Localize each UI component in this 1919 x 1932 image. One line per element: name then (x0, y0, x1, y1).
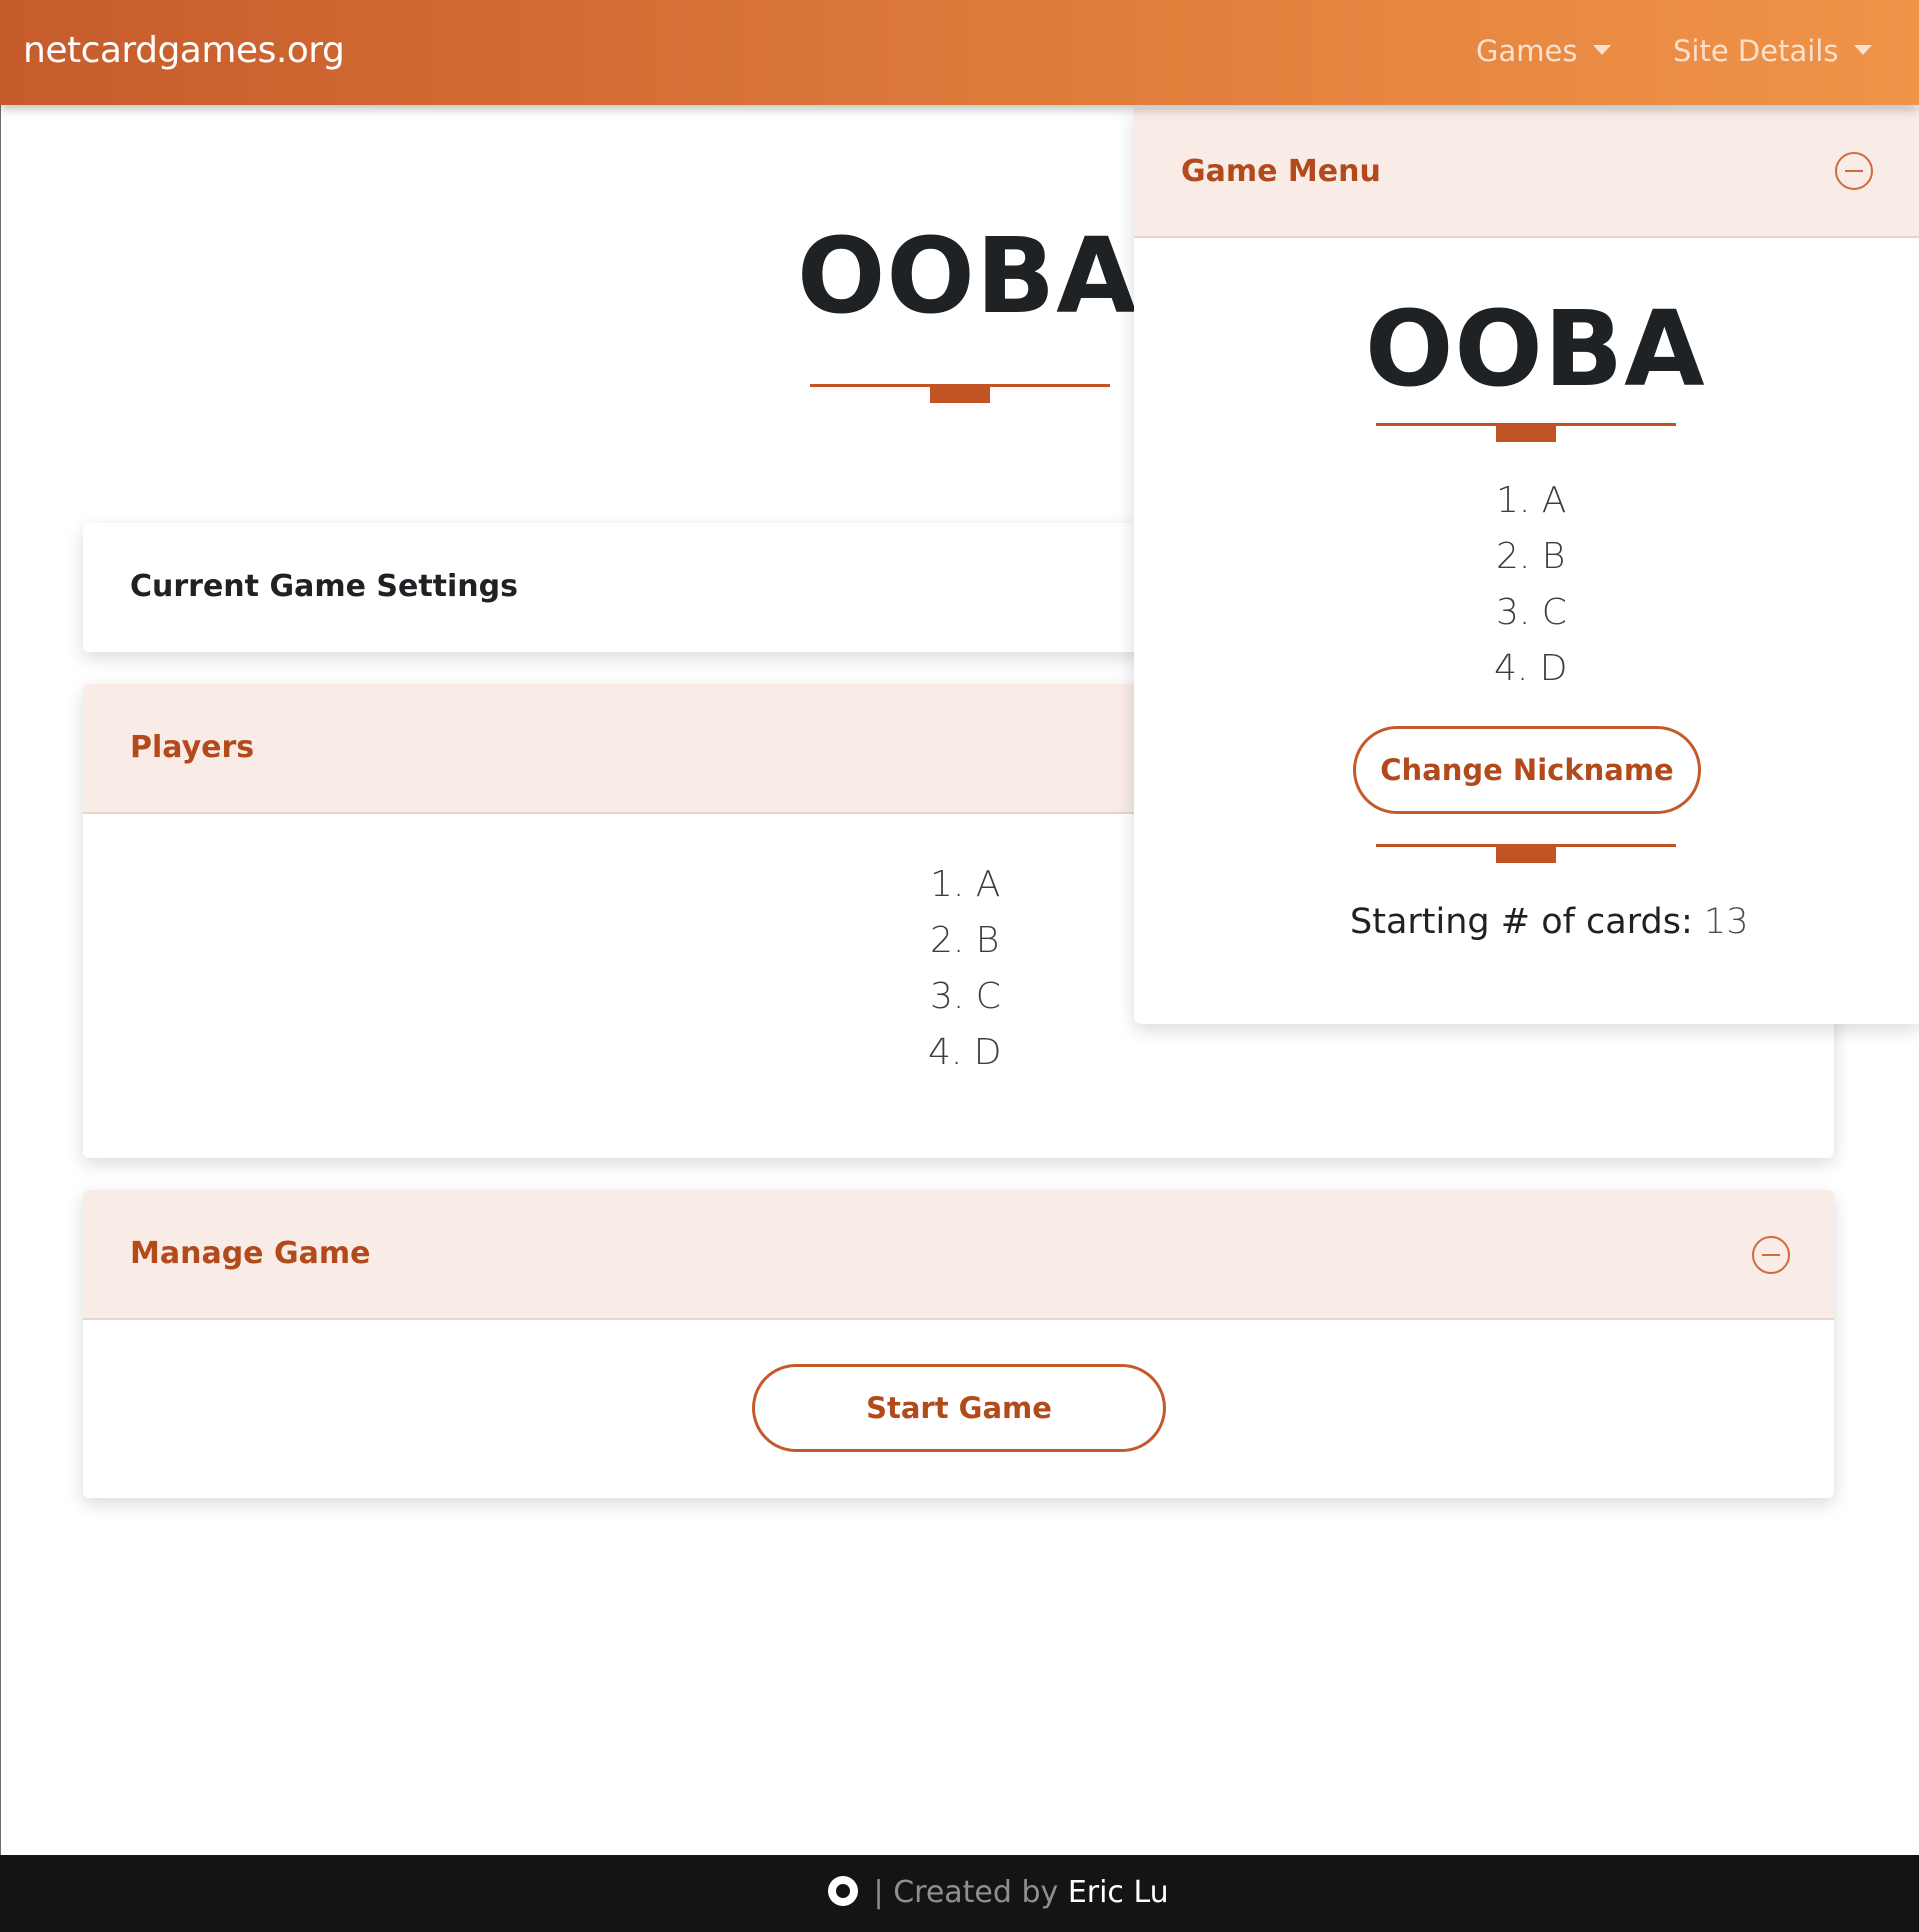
player-list-item: 1. A (930, 864, 1001, 905)
manage-game-header[interactable]: Manage Game (83, 1190, 1834, 1320)
caret-down-icon (1854, 45, 1873, 55)
players-card-title: Players (130, 730, 255, 765)
minus-circle-icon[interactable] (1752, 1236, 1790, 1274)
menu-player-list-item: 3. C (1496, 592, 1567, 633)
starting-cards-label: Starting # of cards: (1350, 902, 1693, 942)
player-list-item: 4. D (928, 1032, 1002, 1073)
github-icon[interactable] (828, 1876, 858, 1906)
menu-divider-block (1496, 847, 1556, 863)
starting-cards-value: 13 (1703, 902, 1749, 942)
start-game-button[interactable]: Start Game (752, 1364, 1166, 1452)
page-title: OOBA (797, 215, 1138, 337)
footer: | Created by Eric Lu (0, 1855, 1919, 1932)
change-nickname-button[interactable]: Change Nickname (1353, 726, 1701, 814)
manage-game-title: Manage Game (130, 1236, 371, 1271)
starting-cards-row: Starting # of cards: 13 (1350, 902, 1748, 942)
game-menu-title: Game Menu (1181, 154, 1381, 189)
footer-created-by: Created by (893, 1875, 1059, 1910)
player-list-item: 3. C (930, 976, 1001, 1017)
top-navbar: netcardgames.org Games Site Details (0, 0, 1919, 105)
title-divider-block (930, 387, 990, 403)
nav-site-details-label: Site Details (1673, 34, 1839, 68)
menu-player-list-item: 4. D (1494, 648, 1568, 689)
caret-down-icon (1593, 45, 1612, 55)
menu-player-list-item: 1. A (1496, 480, 1567, 521)
nav-games-label: Games (1476, 34, 1578, 68)
nav-games-dropdown[interactable]: Games (1476, 34, 1612, 68)
nav-site-details-dropdown[interactable]: Site Details (1673, 34, 1873, 68)
settings-card-title[interactable]: Current Game Settings (130, 569, 518, 604)
menu-divider-block (1496, 426, 1556, 442)
minus-circle-icon[interactable] (1835, 152, 1873, 190)
footer-credits: | Created by Eric Lu (828, 1875, 1169, 1910)
footer-author-link[interactable]: Eric Lu (1068, 1875, 1169, 1910)
game-menu-panel: Game Menu OOBA 1. A 2. B 3. C 4. D Chang… (1134, 108, 1919, 1024)
manage-game-card: Manage Game Start Game (83, 1190, 1834, 1498)
game-menu-header[interactable]: Game Menu (1134, 108, 1919, 238)
game-menu-game-title: OOBA (1365, 288, 1706, 410)
player-list-item: 2. B (930, 920, 1000, 961)
menu-player-list-item: 2. B (1496, 536, 1566, 577)
page-border (0, 105, 1, 1855)
brand-link[interactable]: netcardgames.org (23, 30, 345, 71)
footer-separator: | (873, 1875, 884, 1910)
